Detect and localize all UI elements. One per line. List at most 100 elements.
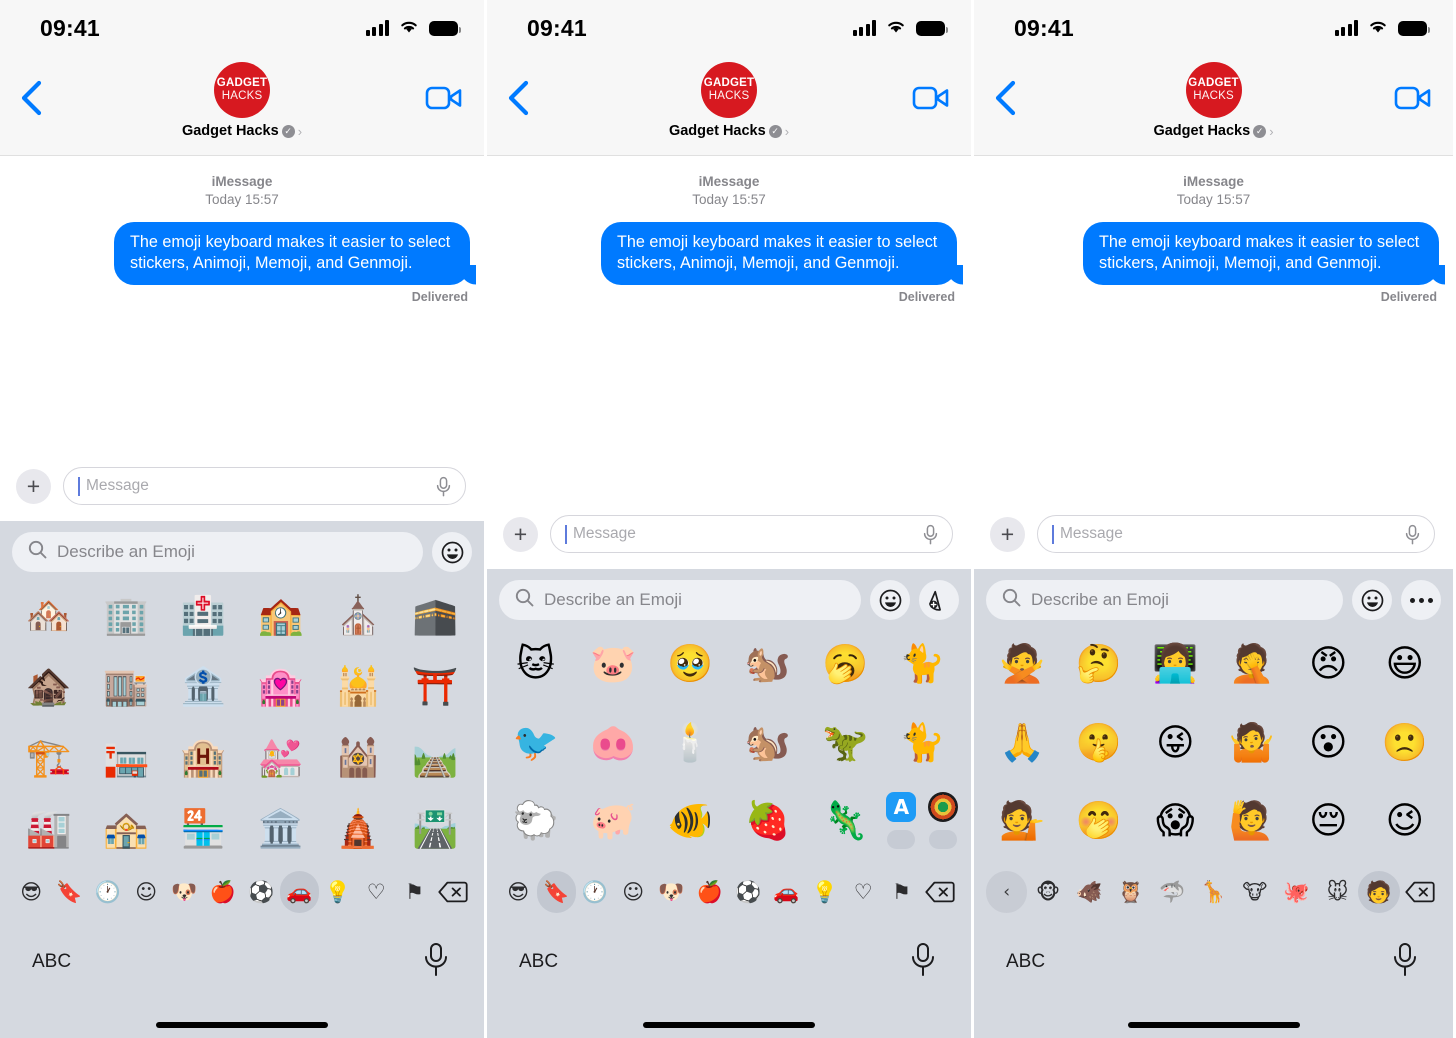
facetime-video-button[interactable] [911,82,951,114]
sticker-store-cell[interactable]: A [884,785,961,856]
emoji-cell[interactable]: 🐑 [497,785,574,856]
category-animals-nature[interactable]: 🐶 [165,871,203,913]
emoji-toggle-button[interactable] [870,580,910,620]
abc-keyboard-button[interactable]: ABC [1006,951,1045,973]
emoji-cell[interactable]: 🙏 [984,707,1061,778]
memoji-boar[interactable]: 🐗 [1069,871,1110,913]
category-frequently-used[interactable]: 🕐 [89,871,127,913]
emoji-cell[interactable]: 🐈 [884,707,961,778]
emoji-cell[interactable]: 🏢 [87,580,164,651]
back-button[interactable] [988,78,1022,118]
memoji-shark[interactable]: 🦈 [1151,871,1192,913]
emoji-cell[interactable]: 😉 [1367,785,1444,856]
emoji-cell[interactable]: 🐽 [574,707,651,778]
category-activity[interactable]: ⚽ [242,871,280,913]
emoji-cell[interactable]: 🏛️ [242,793,319,864]
sticker-app-icon[interactable] [928,792,959,823]
category-activity[interactable]: ⚽ [729,871,767,913]
category-travel-places[interactable]: 🚗 [767,871,805,913]
memoji-octopus[interactable]: 🐙 [1276,871,1317,913]
category-recents[interactable]: 😎 [12,871,50,913]
emoji-cell[interactable]: ⛪ [319,580,396,651]
emoji-cell[interactable]: 🏭 [10,793,87,864]
message-input[interactable]: Message [1037,515,1435,553]
emoji-cell[interactable]: ⛩️ [397,651,474,722]
category-stickers[interactable]: 🔖 [537,871,576,913]
app-store-icon[interactable]: A [886,792,917,823]
emoji-cell[interactable]: 🏦 [165,651,242,722]
category-flags[interactable]: ⚑ [395,871,433,913]
facetime-video-button[interactable] [424,82,464,114]
dictation-button[interactable] [422,942,450,983]
emoji-cell[interactable]: 😱 [1137,785,1214,856]
emoji-cell[interactable]: 😮 [1290,707,1367,778]
emoji-toggle-button[interactable] [432,532,472,572]
emoji-cell[interactable]: 🏤 [87,793,164,864]
category-smileys-people[interactable]: ☺ [614,871,652,913]
emoji-cell[interactable]: 🐷 [574,628,651,699]
contact-info[interactable]: GADGET HACKS Gadget Hacks ✓ › [182,56,302,139]
more-options-button[interactable] [1401,580,1441,620]
category-food-drink[interactable]: 🍎 [204,871,242,913]
emoji-cell[interactable]: 🥹 [652,628,729,699]
emoji-cell[interactable]: 🤔 [1061,628,1138,699]
add-attachment-button[interactable]: + [503,516,538,552]
emoji-cell[interactable]: 🥱 [806,628,883,699]
memoji-cow[interactable]: 🐮 [1234,871,1275,913]
category-recents[interactable]: 😎 [499,871,537,913]
back-button[interactable] [501,78,535,118]
memoji-monkey[interactable]: 🐵 [1027,871,1068,913]
microphone-icon[interactable] [1404,524,1422,545]
back-button[interactable] [14,78,48,118]
emoji-cell[interactable]: 🦎 [806,785,883,856]
emoji-cell[interactable]: 🕌 [319,651,396,722]
emoji-cell[interactable]: 🐿️ [729,707,806,778]
emoji-cell[interactable]: 🕋 [397,580,474,651]
emoji-cell[interactable]: 🐖 [574,785,651,856]
category-animals-nature[interactable]: 🐶 [652,871,690,913]
create-sticker-button[interactable] [919,580,959,620]
emoji-cell[interactable]: 🕯️ [652,707,729,778]
home-indicator[interactable] [643,1022,815,1028]
emoji-cell[interactable]: 🤫 [1061,707,1138,778]
emoji-cell[interactable]: 🙅 [984,628,1061,699]
memoji-prev-button[interactable]: ‹ [986,871,1028,913]
emoji-search-input[interactable]: Describe an Emoji [12,532,423,572]
category-stickers[interactable]: 🔖 [50,871,88,913]
emoji-cell[interactable]: 😔 [1290,785,1367,856]
message-input[interactable]: Message [550,515,953,553]
emoji-cell[interactable]: 🤷 [1214,707,1291,778]
emoji-cell[interactable]: 🐈 [884,628,961,699]
category-symbols[interactable]: ♡ [844,871,882,913]
emoji-cell[interactable]: 🙋 [1214,785,1291,856]
emoji-cell[interactable]: 🏥 [165,580,242,651]
contact-info[interactable]: GADGET HACKS Gadget Hacks ✓ › [1153,56,1274,139]
category-travel-places[interactable]: 🚗 [280,871,319,913]
emoji-cell[interactable]: 🏬 [87,651,164,722]
emoji-cell[interactable]: 🤦 [1214,628,1291,699]
add-attachment-button[interactable]: + [990,516,1025,552]
home-indicator[interactable] [1127,1022,1300,1028]
abc-keyboard-button[interactable]: ABC [32,951,71,973]
microphone-icon[interactable] [435,476,453,497]
delete-backward-button[interactable] [921,871,959,913]
home-indicator[interactable] [156,1022,328,1028]
emoji-cell[interactable]: 🏘️ [10,580,87,651]
category-objects[interactable]: 💡 [319,871,357,913]
abc-keyboard-button[interactable]: ABC [519,951,558,973]
emoji-cell[interactable]: 🏨 [165,722,242,793]
emoji-cell[interactable]: 🛤️ [397,722,474,793]
memoji-custom-avatar[interactable]: 🧑 [1358,871,1400,913]
emoji-cell[interactable]: 🏗️ [10,722,87,793]
emoji-cell[interactable]: 🏪 [165,793,242,864]
memoji-mouse[interactable]: 🐭 [1317,871,1358,913]
emoji-cell[interactable]: 🏚️ [10,651,87,722]
emoji-cell[interactable]: 💒 [242,722,319,793]
emoji-cell[interactable]: 🏫 [242,580,319,651]
category-smileys-people[interactable]: ☺ [127,871,165,913]
dictation-button[interactable] [1391,942,1419,983]
category-symbols[interactable]: ♡ [357,871,395,913]
emoji-cell[interactable]: 👩‍💻 [1137,628,1214,699]
emoji-cell[interactable]: 🦖 [806,707,883,778]
emoji-cell[interactable]: 🐿️ [729,628,806,699]
